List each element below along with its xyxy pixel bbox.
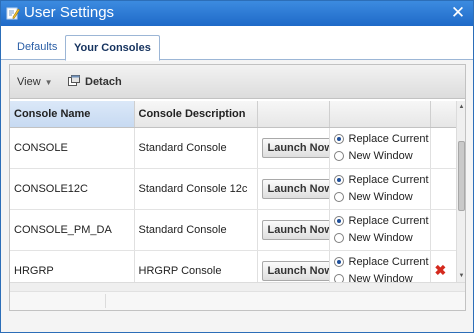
table-row[interactable]: HRGRP HRGRP Console Launch Now Replace C… xyxy=(10,250,456,282)
window-mode-cell: Replace Current New Window xyxy=(329,250,431,282)
delete-cell xyxy=(430,168,456,210)
new-window-label: New Window xyxy=(348,232,413,244)
column-header-console-description[interactable]: Console Description xyxy=(134,101,258,128)
replace-current-option[interactable]: Replace Current xyxy=(333,131,430,148)
replace-current-label: Replace Current xyxy=(348,174,429,186)
title-bar[interactable]: User Settings ✕ xyxy=(1,1,473,26)
console-name-cell: HRGRP xyxy=(10,250,135,282)
scrollbar-thumb[interactable] xyxy=(458,141,465,211)
tab-defaults[interactable]: Defaults xyxy=(9,36,65,60)
tab-strip: Defaults Your Consoles xyxy=(1,26,473,61)
radio-button[interactable] xyxy=(333,216,344,226)
new-window-option[interactable]: New Window xyxy=(333,271,430,282)
radio-button[interactable] xyxy=(333,175,344,185)
new-window-label: New Window xyxy=(348,191,413,203)
window-mode-cell: Replace Current New Window xyxy=(329,209,431,251)
new-window-label: New Window xyxy=(348,150,413,162)
table-row[interactable]: CONSOLE Standard Console Launch Now Repl… xyxy=(10,127,456,169)
replace-current-label: Replace Current xyxy=(348,256,429,268)
console-description-cell: Standard Console xyxy=(134,127,258,169)
launch-cell: Launch Now xyxy=(257,168,330,210)
console-name-cell: CONSOLE_PM_DA xyxy=(10,209,135,251)
radio-button[interactable] xyxy=(333,233,344,243)
user-settings-window: User Settings ✕ Defaults Your Consoles V… xyxy=(0,0,474,333)
delete-cell xyxy=(430,209,456,251)
window-mode-cell: Replace Current New Window xyxy=(329,127,431,169)
window-title: User Settings xyxy=(24,4,115,21)
launch-now-button[interactable]: Launch Now xyxy=(261,219,328,240)
column-header-launch xyxy=(257,101,330,128)
replace-current-label: Replace Current xyxy=(348,215,429,227)
detach-label: Detach xyxy=(85,76,122,88)
launch-now-button[interactable]: Launch Now xyxy=(261,137,328,158)
new-window-option[interactable]: New Window xyxy=(333,230,430,247)
footer-divider xyxy=(105,294,106,308)
radio-button[interactable] xyxy=(333,257,344,267)
new-window-label: New Window xyxy=(348,273,413,282)
vertical-scrollbar[interactable]: ▲ ▼ xyxy=(456,101,465,282)
delete-cell xyxy=(430,127,456,169)
delete-icon[interactable]: ✖ xyxy=(435,262,447,278)
console-description-cell: Standard Console 12c xyxy=(134,168,258,210)
tab-your-consoles[interactable]: Your Consoles xyxy=(65,35,160,61)
launch-now-button[interactable]: Launch Now xyxy=(261,260,328,281)
view-menu-button[interactable]: View ▼ xyxy=(17,76,53,88)
console-description-cell: HRGRP Console xyxy=(134,250,258,282)
detach-icon xyxy=(68,75,80,86)
launch-cell: Launch Now xyxy=(257,127,330,169)
radio-button[interactable] xyxy=(333,274,344,282)
console-description-cell: Standard Console xyxy=(134,209,258,251)
radio-button[interactable] xyxy=(333,134,344,144)
replace-current-label: Replace Current xyxy=(348,133,429,145)
edit-settings-icon xyxy=(6,7,20,20)
window-mode-cell: Replace Current New Window xyxy=(329,168,431,210)
launch-now-button[interactable]: Launch Now xyxy=(261,178,328,199)
toolbar: View ▼ Detach xyxy=(10,65,465,99)
new-window-option[interactable]: New Window xyxy=(333,189,430,206)
column-header-window-mode xyxy=(329,101,431,128)
launch-cell: Launch Now xyxy=(257,250,330,282)
replace-current-option[interactable]: Replace Current xyxy=(333,254,430,271)
close-icon[interactable]: ✕ xyxy=(449,4,467,22)
view-menu-label: View xyxy=(17,76,41,88)
column-header-console-name[interactable]: Console Name xyxy=(10,101,135,128)
replace-current-option[interactable]: Replace Current xyxy=(333,213,430,230)
consoles-table: Console Name Console Description CONSOLE… xyxy=(10,101,456,282)
console-name-cell: CONSOLE xyxy=(10,127,135,169)
radio-button[interactable] xyxy=(333,192,344,202)
new-window-option[interactable]: New Window xyxy=(333,148,430,165)
delete-cell: ✖ xyxy=(430,250,456,282)
table-row[interactable]: CONSOLE12C Standard Console 12c Launch N… xyxy=(10,168,456,210)
column-header-delete xyxy=(430,101,456,128)
dropdown-arrow-icon: ▼ xyxy=(44,78,53,87)
scroll-down-arrow-icon[interactable]: ▼ xyxy=(457,272,466,280)
replace-current-option[interactable]: Replace Current xyxy=(333,172,430,189)
radio-button[interactable] xyxy=(333,151,344,161)
launch-cell: Launch Now xyxy=(257,209,330,251)
console-name-cell: CONSOLE12C xyxy=(10,168,135,210)
scroll-up-arrow-icon[interactable]: ▲ xyxy=(457,103,466,111)
horizontal-scrollbar[interactable] xyxy=(10,282,465,291)
consoles-panel: View ▼ Detach Console Name Console Descr… xyxy=(9,64,466,311)
table-footer xyxy=(10,291,465,310)
table-row[interactable]: CONSOLE_PM_DA Standard Console Launch No… xyxy=(10,209,456,251)
